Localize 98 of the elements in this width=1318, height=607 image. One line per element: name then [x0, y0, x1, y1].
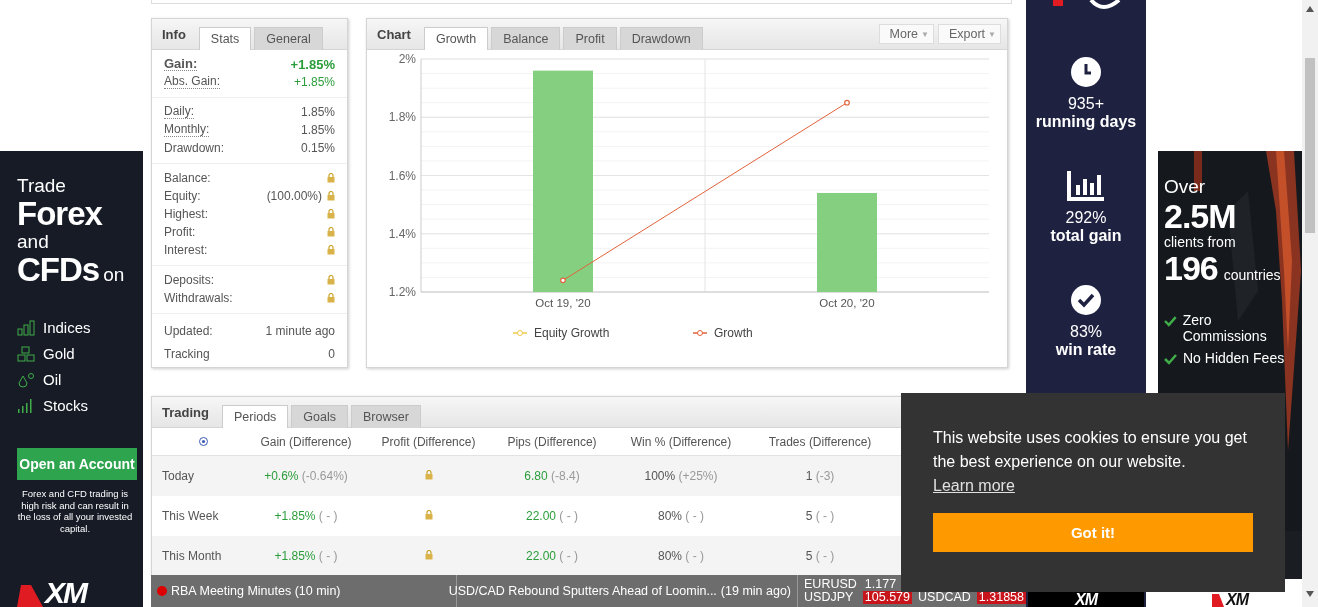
stat-value: (100.00%) [266, 189, 322, 203]
cell-value: 22.00 [526, 509, 556, 523]
cell-value: 22.00 [526, 549, 556, 563]
cell-difference: (+25%) [678, 469, 718, 483]
cell-value: 6.80 [524, 469, 548, 483]
axis-tick-label: 1.2% [388, 285, 416, 299]
ad-headline: Over [1164, 176, 1207, 198]
cell-value: +0.6% [264, 469, 299, 483]
ad-headline: Forex [17, 197, 104, 231]
stat-value: 0.15% [300, 141, 335, 155]
stat-label: running days [1035, 113, 1137, 131]
stat-label: win rate [1055, 341, 1117, 359]
stat-value: 1.85% [300, 123, 335, 137]
cell-difference: ( - ) [318, 509, 338, 523]
cell-value: 5 [805, 509, 813, 523]
stat-label: Withdrawals: [164, 291, 233, 305]
stat-value: 0 [328, 346, 335, 361]
stat-label: Tracking [164, 346, 210, 361]
stat-value: 292% [1065, 209, 1107, 227]
quote-symbol: USDCAD [918, 591, 971, 604]
stat-label: Balance: [164, 171, 211, 185]
column-header: Pips (Difference) [507, 434, 597, 449]
stat-label: Daily: [164, 105, 194, 119]
news-time: (19 min ago) [720, 584, 792, 598]
ad-headline: CFDs [17, 253, 100, 287]
stat-value: 935+ [1067, 95, 1104, 113]
stat-label: Profit: [164, 225, 196, 239]
cell-difference: ( - ) [685, 509, 704, 523]
stat-value: 83% [1070, 323, 1102, 341]
legend-label: Equity Growth [534, 326, 610, 340]
quote-price: 1.177 [863, 578, 898, 591]
cell-difference: ( - ) [559, 509, 578, 523]
ad-feature: No Hidden Fees [1183, 350, 1285, 366]
ad-headline: Trade [17, 175, 67, 197]
legend-label: Growth [714, 326, 753, 340]
stat-label: Drawdown: [164, 141, 225, 155]
cell-value: 80% [658, 509, 682, 523]
ad-item: Oil [43, 371, 62, 388]
stat-label: Deposits: [164, 273, 215, 287]
axis-category-label: Oct 19, '20 [535, 297, 591, 309]
cell-difference: (-8.4) [551, 469, 580, 483]
column-header: Gain (Difference) [260, 434, 352, 449]
cell-value: 5 [805, 549, 813, 563]
axis-tick-label: 2% [398, 52, 416, 66]
quote-symbol: EURUSD [804, 578, 857, 591]
axis-tick-label: 1.4% [388, 226, 416, 241]
cell-value: 100% [644, 469, 676, 483]
column-header: Trades (Difference) [768, 434, 872, 449]
ad-feature: Zero Commissions [1182, 312, 1268, 344]
stat-label: Updated: [164, 323, 213, 338]
column-header: Win % (Difference) [630, 434, 732, 449]
stat-label: Monthly: [164, 123, 210, 137]
cell-difference: (-3) [815, 469, 835, 483]
cell-value: +1.85% [274, 549, 316, 563]
cell-difference: ( - ) [559, 549, 578, 563]
ad-item: Indices [43, 319, 91, 336]
stat-label: Gain: [164, 57, 198, 71]
ad-item: Gold [43, 345, 75, 362]
cell-value: 80% [658, 549, 682, 563]
stat-label: Equity: [164, 189, 201, 203]
quote-symbol: USDJPY [804, 591, 855, 604]
period-label: This Month [162, 549, 222, 563]
risk-disclaimer: Forex and CFD trading is high risk and can result in the loss of all your invested capital. [17, 488, 133, 534]
stat-value: 1 minute ago [265, 323, 335, 338]
cell-difference: ( - ) [318, 549, 338, 563]
stat-label: total gain [1050, 227, 1122, 245]
stat-label: Abs. Gain: [164, 75, 221, 89]
logo: XM [1226, 593, 1248, 607]
logo: XM [45, 579, 86, 607]
stat-value: +1.85% [290, 56, 335, 72]
ad-headline: 2.5M [1164, 198, 1237, 234]
axis-tick-label: 1.6% [388, 168, 416, 183]
column-header: Profit (Difference) [381, 434, 476, 449]
ad-headline: on [103, 264, 125, 286]
period-label: Today [162, 469, 195, 483]
ad-headline: 196 [1164, 250, 1218, 286]
stat-value: +1.85% [293, 75, 335, 89]
stat-label: Highest: [164, 207, 209, 221]
ad-headline: and [17, 231, 50, 253]
cell-difference: ( - ) [815, 509, 835, 523]
period-label: This Week [162, 509, 219, 523]
ad-headline: clients from [1164, 234, 1237, 250]
logo: XM [1075, 593, 1097, 607]
panel-title: Chart [377, 26, 411, 42]
cell-difference: (-0.64%) [301, 469, 348, 483]
panel-title: Trading [162, 404, 209, 420]
cell-difference: ( - ) [685, 549, 704, 563]
cell-difference: ( - ) [815, 549, 835, 563]
panel-title: Info [162, 26, 186, 42]
axis-category-label: Oct 20, '20 [819, 297, 875, 309]
cell-value: +1.85% [274, 509, 316, 523]
stat-label: Interest: [164, 243, 208, 257]
ad-headline: countries [1223, 267, 1281, 283]
axis-tick-label: 1.8% [388, 110, 416, 125]
quote-price: 105.579 [862, 591, 912, 604]
stat-value: 1.85% [300, 105, 335, 119]
ad-item: Stocks [43, 397, 88, 414]
cell-value: 1 [805, 469, 813, 483]
